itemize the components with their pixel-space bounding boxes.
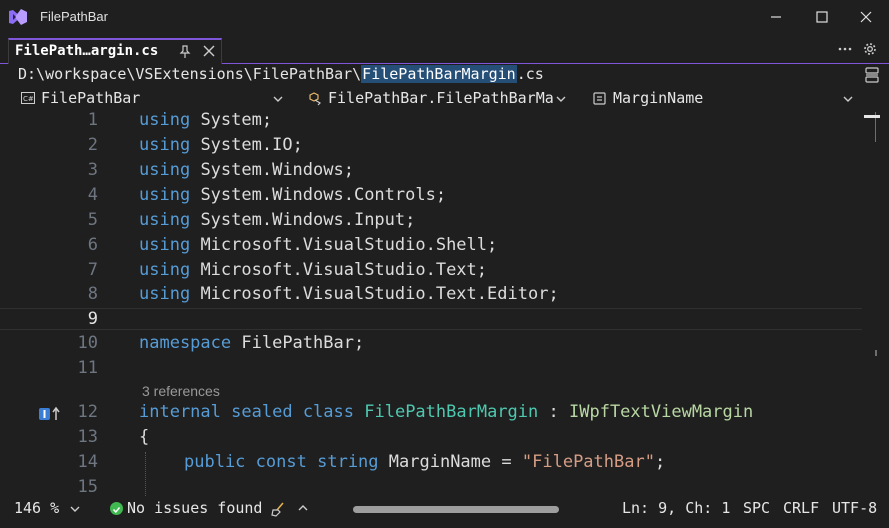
code-line: 15 xyxy=(0,477,862,496)
pin-icon[interactable] xyxy=(179,45,191,59)
window-title: FilePathBar xyxy=(40,9,108,24)
close-window-button[interactable] xyxy=(843,0,889,34)
tab-title: FilePath…argin.cs xyxy=(15,43,159,59)
code-text: public const string MarginName = "FilePa… xyxy=(184,452,666,472)
project-dropdown-label: FilePathBar xyxy=(41,89,141,107)
line-number: 15 xyxy=(77,477,98,496)
line-number: 1 xyxy=(87,110,98,130)
code-text: using System.Windows.Controls; xyxy=(139,185,447,205)
code-line: 4 using System.Windows.Controls; xyxy=(0,185,862,210)
code-text: using System.Windows.Input; xyxy=(139,210,416,230)
code-cleanup-broom-icon[interactable] xyxy=(270,501,286,517)
code-text: using System.IO; xyxy=(139,135,303,155)
zoom-chevron-down-icon[interactable] xyxy=(70,505,80,513)
title-bar: FilePathBar xyxy=(0,0,889,34)
code-line: 7 using Microsoft.VisualStudio.Text; xyxy=(0,260,862,285)
line-number: 5 xyxy=(87,210,98,230)
code-editor[interactable]: 1 using System; 2 using System.IO; 3 usi… xyxy=(0,110,889,496)
cursor-position[interactable]: Ln: 9, Ch: 1 xyxy=(622,499,730,517)
maximize-button[interactable] xyxy=(799,0,845,34)
path-selected-segment: FilePathBarMargin xyxy=(361,65,517,83)
line-number: 14 xyxy=(77,452,98,472)
code-line: 8 using Microsoft.VisualStudio.Text.Edit… xyxy=(0,284,862,309)
member-dropdown-label: MarginName xyxy=(613,89,704,107)
split-editor-icon[interactable] xyxy=(865,67,879,83)
project-dropdown[interactable]: C# FilePathBar xyxy=(8,87,292,109)
code-text: using System; xyxy=(139,110,273,130)
line-number: 13 xyxy=(77,427,98,447)
no-issues-check-icon xyxy=(110,502,123,515)
file-encoding[interactable]: UTF-8 xyxy=(832,499,877,517)
code-line: 6 using Microsoft.VisualStudio.Shell; xyxy=(0,235,862,260)
member-dropdown[interactable]: MarginName xyxy=(580,87,862,109)
codelens-references[interactable]: 3 references xyxy=(142,383,220,399)
line-number: 9 xyxy=(87,309,98,329)
code-text: using System.Windows; xyxy=(139,160,354,180)
scroll-position-marker xyxy=(864,115,880,118)
minimize-button[interactable] xyxy=(753,0,799,34)
line-ending[interactable]: CRLF xyxy=(783,499,819,517)
class-icon xyxy=(309,92,321,106)
type-dropdown-label: FilePathBar.FilePathBarMa xyxy=(328,89,553,107)
field-constant-icon xyxy=(593,92,606,105)
code-line: 13 { xyxy=(0,427,862,452)
file-path-bar: D:\workspace\VSExtensions\FilePathBar\Fi… xyxy=(0,64,889,86)
line-number: 7 xyxy=(87,260,98,280)
line-number: 8 xyxy=(87,284,98,304)
line-number: 6 xyxy=(87,235,98,255)
visual-studio-logo-icon xyxy=(9,9,27,25)
current-code-line: 9 xyxy=(0,308,862,330)
settings-gear-icon[interactable] xyxy=(863,42,877,56)
path-suffix: .cs xyxy=(516,65,544,83)
line-number: 12 xyxy=(77,402,98,422)
code-text: using Microsoft.VisualStudio.Text; xyxy=(139,260,488,280)
status-bar: 146 % No issues found Ln: 9, Ch: 1 SPC C… xyxy=(0,496,889,521)
chevron-up-icon[interactable] xyxy=(298,504,308,512)
code-text: using Microsoft.VisualStudio.Text.Editor… xyxy=(139,284,559,304)
code-text: { xyxy=(139,427,150,447)
code-line: 2 using System.IO; xyxy=(0,135,862,160)
code-line: 12 internal sealed class FilePathBarMarg… xyxy=(0,402,862,427)
code-line: 5 using System.Windows.Input; xyxy=(0,210,862,235)
line-number: 4 xyxy=(87,185,98,205)
code-line: 3 using System.Windows; xyxy=(0,160,862,185)
csharp-project-icon: C# xyxy=(21,92,35,104)
code-line: 14 public const string MarginName = "Fil… xyxy=(0,452,862,477)
code-text: using Microsoft.VisualStudio.Shell; xyxy=(139,235,498,255)
issues-status[interactable]: No issues found xyxy=(127,499,262,517)
line-number: 2 xyxy=(87,135,98,155)
chevron-down-icon xyxy=(273,96,283,102)
navigation-bar: C# FilePathBar FilePathBar.FilePathBarMa… xyxy=(0,87,889,109)
svg-text:C#: C# xyxy=(23,95,34,103)
zoom-level[interactable]: 146 % xyxy=(14,499,59,517)
document-tab-bar: FilePath…argin.cs xyxy=(0,36,889,64)
line-number: 3 xyxy=(87,160,98,180)
minimize-icon xyxy=(771,16,781,18)
file-path[interactable]: D:\workspace\VSExtensions\FilePathBar\Fi… xyxy=(18,65,544,83)
type-dropdown[interactable]: FilePathBar.FilePathBarMa xyxy=(295,87,575,109)
chevron-down-icon xyxy=(556,96,566,102)
horizontal-scrollbar-thumb[interactable] xyxy=(353,506,559,513)
code-line: 11 xyxy=(0,358,862,383)
maximize-icon xyxy=(816,11,828,23)
tab-close-icon[interactable] xyxy=(203,45,215,57)
whitespace-mode[interactable]: SPC xyxy=(743,499,770,517)
more-options-icon[interactable] xyxy=(838,44,852,54)
line-number: 11 xyxy=(77,358,98,378)
chevron-down-icon xyxy=(843,96,853,102)
line-number: 10 xyxy=(77,333,98,353)
vertical-scrollbar[interactable] xyxy=(862,110,889,496)
code-text: internal sealed class FilePathBarMargin … xyxy=(139,402,754,422)
close-icon xyxy=(860,11,872,23)
code-text: namespace FilePathBar; xyxy=(139,333,365,353)
code-line: 10 namespace FilePathBar; xyxy=(0,333,862,358)
document-tab[interactable]: FilePath…argin.cs xyxy=(8,38,222,64)
code-line: 1 using System; xyxy=(0,110,862,135)
path-prefix: D:\workspace\VSExtensions\FilePathBar\ xyxy=(18,65,362,83)
